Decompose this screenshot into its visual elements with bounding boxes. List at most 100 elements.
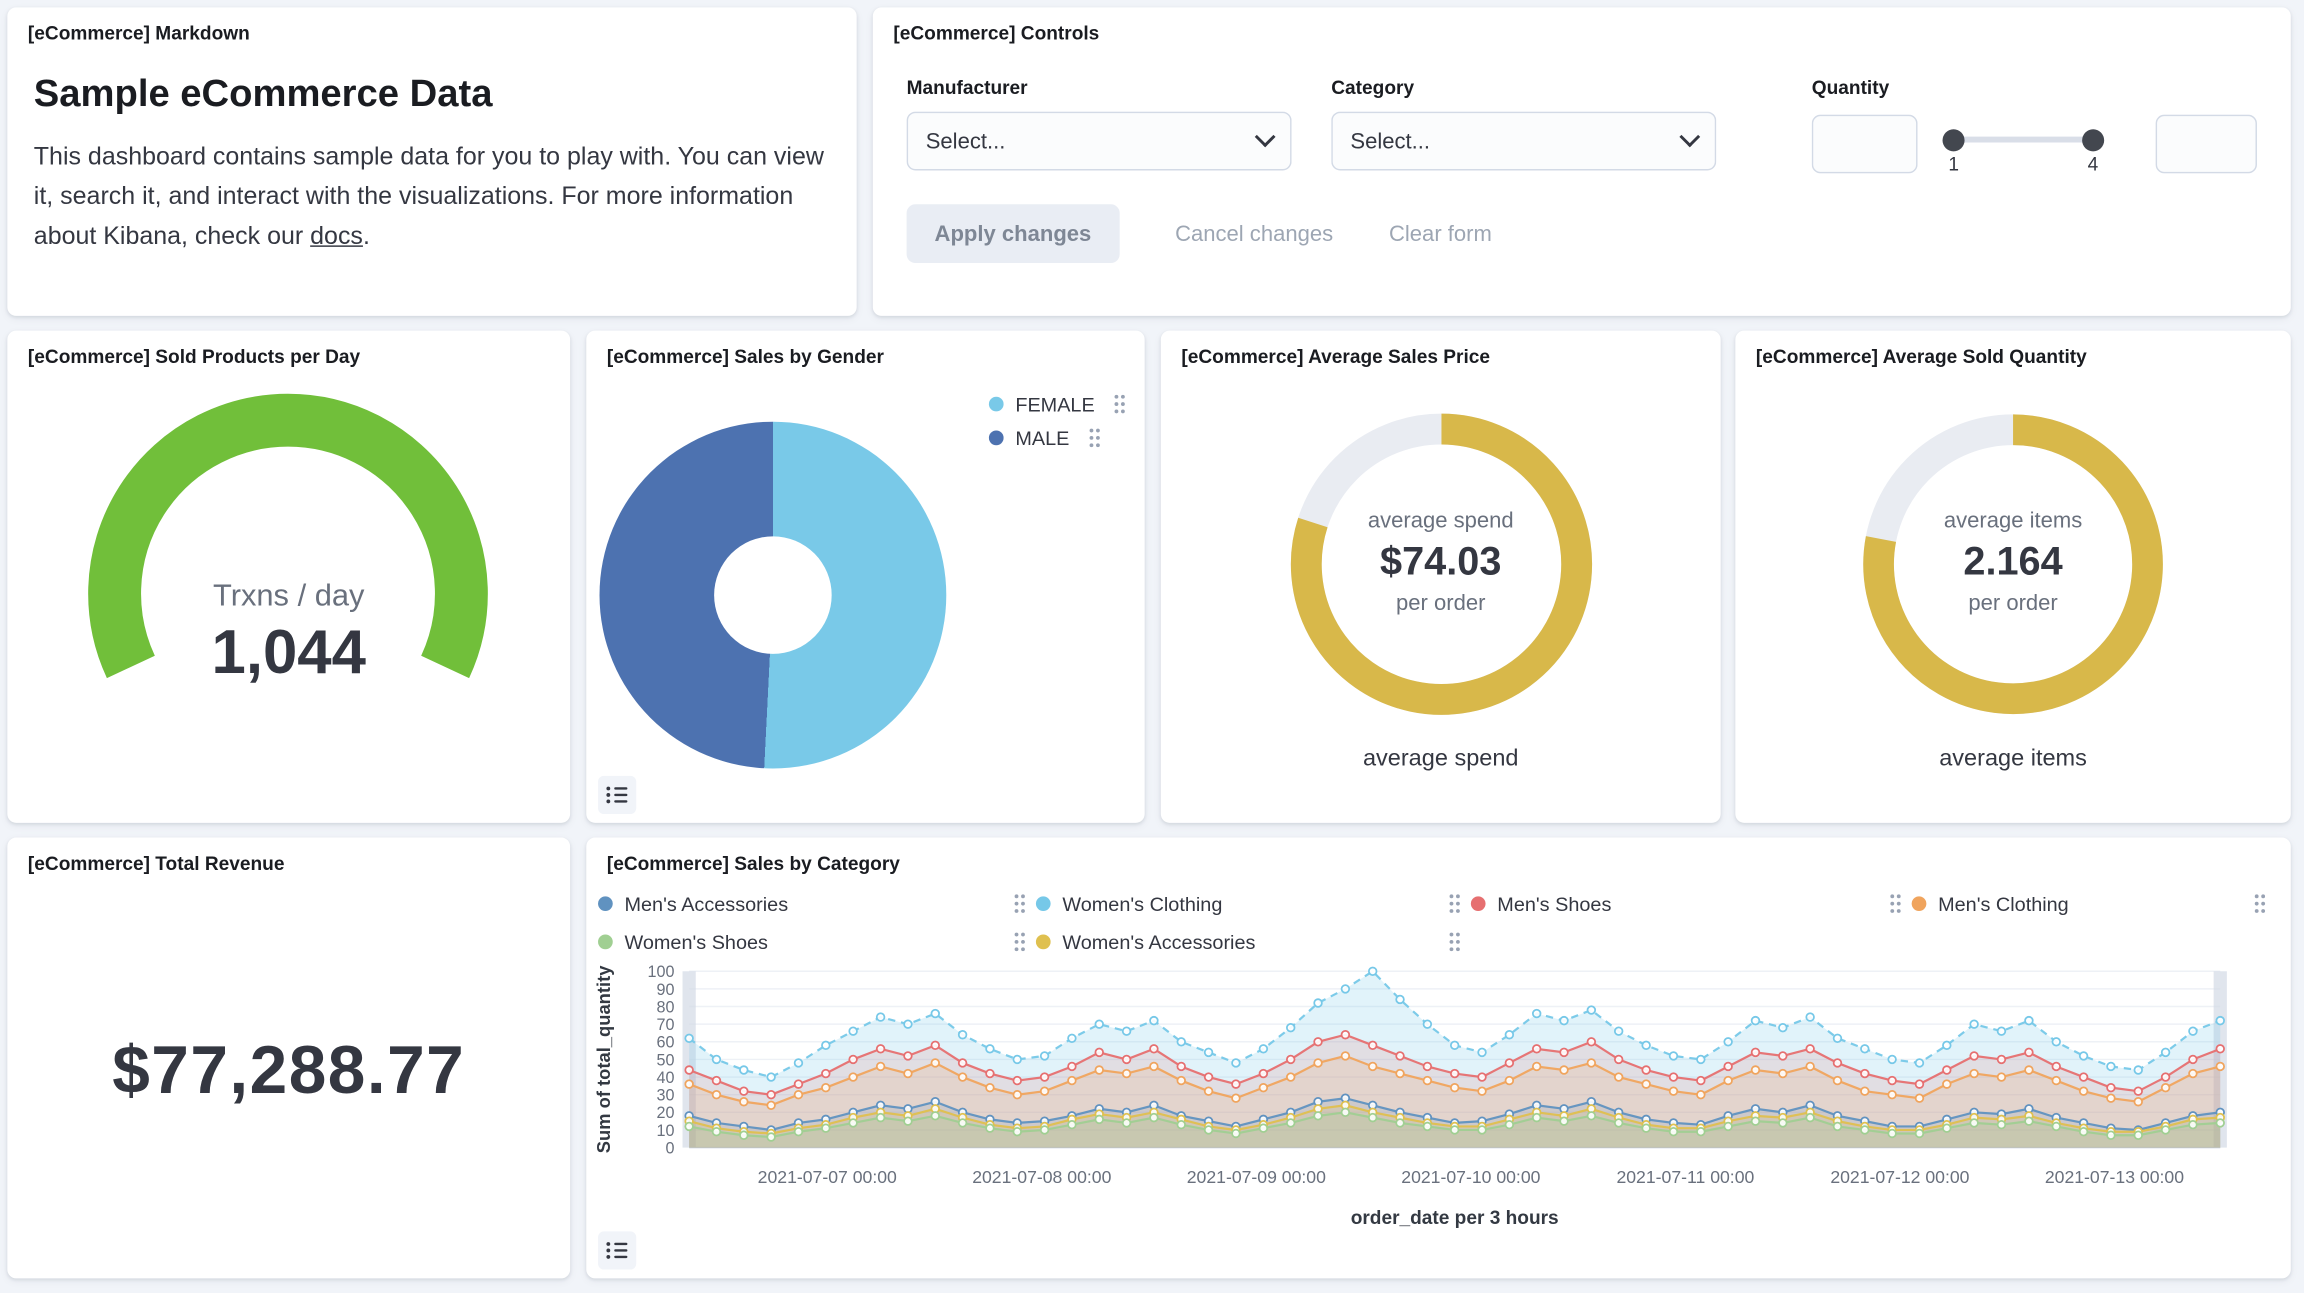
legend-label: Women's Shoes (624, 931, 767, 953)
legend-item-4[interactable]: Men's Clothing (1912, 892, 2276, 916)
slider-max-label: 4 (2088, 153, 2099, 175)
chevron-down-icon (1679, 127, 1700, 148)
svg-text:30: 30 (656, 1087, 674, 1105)
apply-changes-button[interactable]: Apply changes (907, 204, 1120, 263)
legend-item-male[interactable]: MALE (989, 426, 1127, 450)
legend-color-dot (1036, 935, 1051, 950)
ring-arc (1735, 385, 2290, 738)
legend-options-icon[interactable] (1112, 392, 1127, 416)
panel-title-controls[interactable]: [eCommerce] Controls (873, 7, 2291, 44)
category-chart-legend: Men's Accessories Women's Clothing Men's S… (598, 892, 2276, 954)
clear-form-button[interactable]: Clear form (1389, 221, 1492, 246)
legend-options-icon (1888, 892, 1903, 916)
quantity-max-input[interactable] (2156, 115, 2257, 174)
quantity-range-slider[interactable]: 1 4 (1945, 112, 2101, 177)
sales-by-category-chart[interactable]: 0102030405060708090100Sum of total_quant… (586, 960, 2276, 1261)
manufacturer-label: Manufacturer (907, 76, 1292, 98)
legend-toggle-button[interactable] (598, 776, 636, 814)
legend-label: MALE (1015, 427, 1069, 449)
gender-legend: FEMALE MALE (989, 392, 1127, 449)
category-field-group: Category Select... (1331, 76, 1716, 176)
legend-color-dot (1471, 896, 1486, 911)
panel-title-sales-by-gender[interactable]: [eCommerce] Sales by Gender (586, 331, 1144, 368)
legend-item-3[interactable]: Men's Shoes (1471, 892, 1912, 916)
gender-donut-chart[interactable] (600, 422, 947, 769)
legend-color-dot (1036, 896, 1051, 911)
panel-sold-products: [eCommerce] Sold Products per Day Trxns … (7, 331, 570, 823)
panel-title-sales-by-category[interactable]: [eCommerce] Sales by Category (586, 838, 2290, 875)
panel-title-average-sold-quantity[interactable]: [eCommerce] Average Sold Quantity (1735, 331, 2290, 368)
cancel-changes-button[interactable]: Cancel changes (1175, 221, 1333, 246)
ring-footer-label: average spend (1161, 746, 1721, 772)
x-axis-tick: 2021-07-11 00:00 (1616, 1167, 1754, 1187)
markdown-heading: Sample eCommerce Data (34, 71, 830, 117)
legend-options-icon[interactable] (2253, 892, 2268, 916)
x-axis-tick: 2021-07-08 00:00 (972, 1167, 1111, 1187)
chevron-down-icon (1255, 127, 1276, 148)
slider-track[interactable] (1945, 137, 2101, 143)
manufacturer-select-placeholder: Select... (926, 129, 1006, 154)
legend-color-dot (1912, 896, 1927, 911)
legend-options-icon (1447, 930, 1462, 954)
legend-item-6[interactable]: Women's Accessories (1036, 930, 1471, 954)
svg-text:60: 60 (656, 1034, 674, 1052)
x-axis-tick: 2021-07-09 00:00 (1187, 1167, 1326, 1187)
slider-min-label: 1 (1948, 153, 1959, 175)
x-axis-tick: 2021-07-10 00:00 (1401, 1167, 1540, 1187)
list-icon (605, 785, 629, 806)
category-select[interactable]: Select... (1331, 112, 1716, 171)
legend-item-1[interactable]: Men's Accessories (598, 892, 1036, 916)
manufacturer-field-group: Manufacturer Select... (907, 76, 1292, 176)
panel-controls: [eCommerce] Controls Manufacturer Select… (873, 7, 2291, 316)
x-axis-tick: 2021-07-13 00:00 (2045, 1167, 2184, 1187)
total-revenue-metric: $77,288.77 (7, 874, 570, 1265)
legend-item-5[interactable]: Women's Shoes (598, 930, 1036, 954)
legend-label: Women's Clothing (1062, 893, 1222, 915)
svg-text:70: 70 (656, 1016, 674, 1034)
average-price-gauge: average spend $74.03 per order (1161, 385, 1721, 738)
panel-title-markdown[interactable]: [eCommerce] Markdown (7, 7, 856, 44)
legend-options-icon (1012, 930, 1027, 954)
panel-title-total-revenue[interactable]: [eCommerce] Total Revenue (7, 838, 570, 875)
panel-markdown: [eCommerce] Markdown Sample eCommerce Da… (7, 7, 856, 316)
ring-footer-label: average items (1735, 746, 2290, 772)
legend-options-icon (2253, 892, 2268, 916)
legend-options-icon (1087, 426, 1102, 450)
panel-title-average-sales-price[interactable]: [eCommerce] Average Sales Price (1161, 331, 1721, 368)
legend-color-dot (598, 896, 613, 911)
markdown-text: This dashboard contains sample data for … (34, 143, 824, 250)
panel-title-sold-products[interactable]: [eCommerce] Sold Products per Day (7, 331, 570, 368)
legend-item-2[interactable]: Women's Clothing (1036, 892, 1471, 916)
legend-color-dot (598, 935, 613, 950)
legend-options-icon[interactable] (1447, 892, 1462, 916)
legend-label: Women's Accessories (1062, 931, 1255, 953)
svg-text:90: 90 (656, 981, 674, 999)
legend-toggle-button[interactable] (598, 1231, 636, 1269)
legend-label: Men's Shoes (1497, 893, 1611, 915)
markdown-body: This dashboard contains sample data for … (34, 137, 830, 256)
quantity-min-input[interactable] (1812, 115, 1918, 174)
legend-item-female[interactable]: FEMALE (989, 392, 1127, 416)
x-axis-tick: 2021-07-12 00:00 (1830, 1167, 1969, 1187)
manufacturer-select[interactable]: Select... (907, 112, 1292, 171)
legend-options-icon[interactable] (1447, 930, 1462, 954)
markdown-text-after: . (363, 222, 370, 250)
legend-color-dot (989, 431, 1004, 446)
legend-options-icon[interactable] (1888, 892, 1903, 916)
x-axis-title: order_date per 3 hours (1351, 1208, 1559, 1229)
x-axis-tick: 2021-07-07 00:00 (758, 1167, 897, 1187)
category-label: Category (1331, 76, 1716, 98)
controls-fields-row: Manufacturer Select... Category Select..… (873, 76, 2291, 176)
panel-sales-by-category: [eCommerce] Sales by Category Men's Acce… (586, 838, 2290, 1279)
legend-options-icon[interactable] (1087, 426, 1102, 450)
legend-options-icon (1112, 392, 1127, 416)
legend-options-icon[interactable] (1012, 930, 1027, 954)
svg-text:0: 0 (665, 1139, 674, 1157)
quantity-row: 1 4 (1812, 112, 2257, 177)
slider-handle-min[interactable] (1943, 129, 1965, 151)
legend-label: FEMALE (1015, 393, 1094, 415)
docs-link[interactable]: docs (310, 222, 363, 250)
slider-handle-max[interactable] (2082, 129, 2104, 151)
quantity-label: Quantity (1812, 76, 2257, 98)
legend-options-icon[interactable] (1012, 892, 1027, 916)
